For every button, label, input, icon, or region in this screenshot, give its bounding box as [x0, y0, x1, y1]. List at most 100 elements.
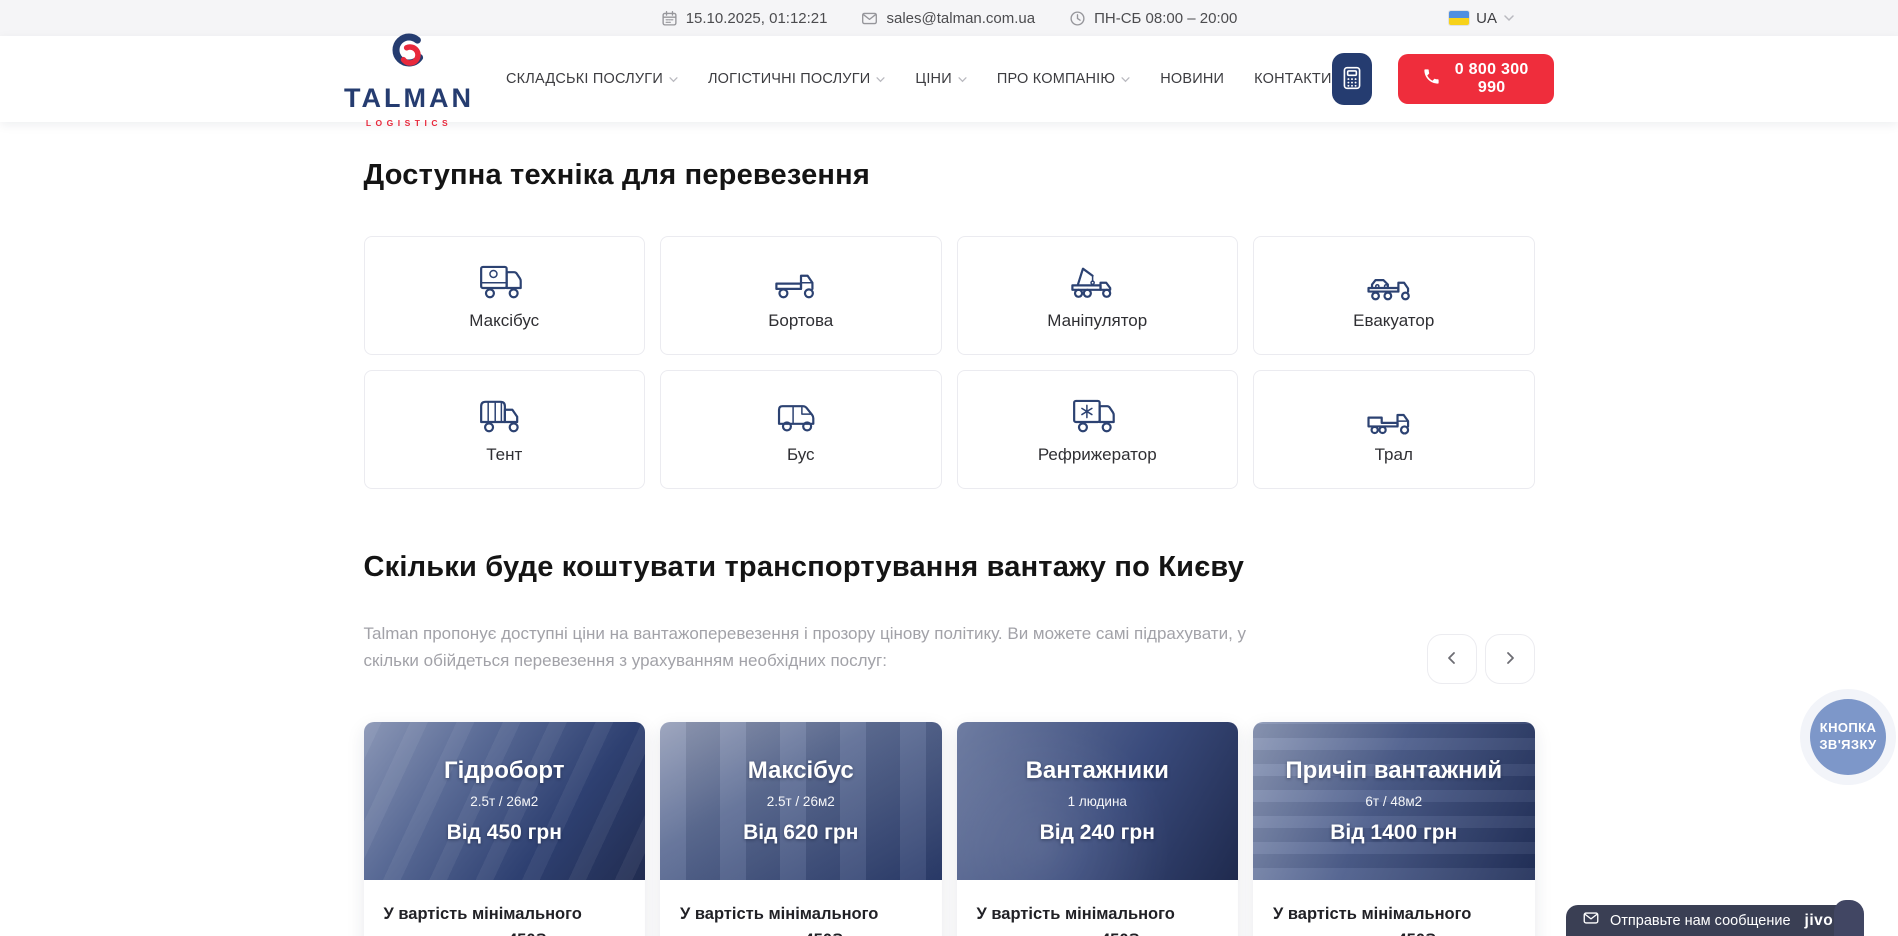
talman-logo[interactable]: TALMAN LOGISTICS	[344, 30, 474, 128]
price-card-price: Від 620 грн	[743, 821, 858, 845]
price-card-title: Максібус	[748, 757, 854, 785]
clock-icon	[1069, 10, 1086, 27]
hours-text: ПН-СБ 08:00 – 20:00	[1094, 10, 1237, 27]
vehicle-card-maxibus[interactable]: Максібус	[364, 236, 646, 355]
ukraine-flag-icon	[1449, 11, 1469, 25]
pricing-carousel-controls	[1427, 634, 1535, 684]
top-info-bar: 15.10.2025, 01:12:21 sales@talman.com.ua…	[0, 0, 1898, 36]
price-card-note: У вартість мінімального замовлення за 45…	[384, 901, 606, 936]
price-card-price: Від 450 грн	[447, 821, 562, 845]
price-card-note: У вартість мінімального замовлення за 45…	[680, 901, 902, 936]
nav-item-label: ПРО КОМПАНІЮ	[997, 71, 1115, 87]
nav-item-about-company[interactable]: ПРО КОМПАНІЮ	[997, 71, 1130, 87]
vehicle-card-reefer[interactable]: Рефрижератор	[957, 370, 1239, 489]
vehicle-label: Бортова	[768, 311, 833, 331]
vehicle-card-tow[interactable]: Евакуатор	[1253, 236, 1535, 355]
vehicle-card-crane[interactable]: Маніпулятор	[957, 236, 1239, 355]
price-card-photo: Максібус 2.5т / 26м2 Від 620 грн	[660, 722, 942, 880]
chevron-down-icon	[876, 71, 885, 87]
tent-truck-icon	[475, 394, 533, 436]
vehicle-label: Тент	[486, 445, 522, 465]
pricing-section-title: Скільки буде коштувати транспортування в…	[364, 551, 1535, 584]
price-card-cargo-trailer[interactable]: Причіп вантажний 6т / 48м2 Від 1400 грн …	[1253, 722, 1535, 936]
chevron-right-icon	[1502, 650, 1518, 669]
vehicles-grid: Максібус Бортова Маніпулятор Евакуатор Т…	[364, 236, 1535, 489]
vehicle-card-low-loader[interactable]: Трал	[1253, 370, 1535, 489]
price-card-loaders[interactable]: Вантажники 1 людина Від 240 грн У вартіс…	[957, 722, 1239, 936]
vehicle-label: Трал	[1375, 445, 1413, 465]
flatbed-truck-icon	[772, 260, 830, 302]
phone-button[interactable]: 0 800 300 990	[1398, 54, 1554, 104]
email-info[interactable]: sales@talman.com.ua	[861, 10, 1035, 27]
jivo-chat-bar[interactable]: Отправьте нам сообщение jivo	[1566, 905, 1858, 936]
calendar-icon	[661, 10, 678, 27]
nav-item-warehouse-services[interactable]: СКЛАДСЬКІ ПОСЛУГИ	[506, 71, 678, 87]
price-card-price: Від 1400 грн	[1330, 821, 1457, 845]
logo-title: TALMAN	[344, 85, 474, 112]
price-card-note: У вартість мінімального замовлення за 45…	[1273, 901, 1495, 936]
price-card-spec: 1 людина	[1068, 794, 1127, 809]
tow-truck-icon	[1365, 260, 1423, 302]
nav-menu: СКЛАДСЬКІ ПОСЛУГИ ЛОГІСТИЧНІ ПОСЛУГИ ЦІН…	[506, 71, 1332, 87]
pricing-cards: Гідроборт 2.5т / 26м2 Від 450 грн У варт…	[364, 722, 1535, 936]
chat-envelope-icon	[1582, 909, 1600, 932]
email-text: sales@talman.com.ua	[886, 10, 1035, 27]
chevron-down-icon	[958, 71, 967, 87]
carousel-prev-button[interactable]	[1427, 634, 1477, 684]
datetime-text: 15.10.2025, 01:12:21	[686, 10, 828, 27]
language-selector[interactable]: UA	[1449, 0, 1514, 36]
price-card-title: Причіп вантажний	[1285, 757, 1502, 785]
phone-icon	[1422, 67, 1441, 91]
nav-item-label: ЦІНИ	[915, 71, 951, 87]
vehicle-label: Бус	[787, 445, 815, 465]
price-card-photo: Причіп вантажний 6т / 48м2 Від 1400 грн	[1253, 722, 1535, 880]
price-card-spec: 6т / 48м2	[1365, 794, 1422, 809]
price-card-note: У вартість мінімального замовлення за 45…	[977, 901, 1199, 936]
price-card-maxibus[interactable]: Максібус 2.5т / 26м2 Від 620 грн У варті…	[660, 722, 942, 936]
box-truck-icon	[475, 260, 533, 302]
chevron-left-icon	[1444, 650, 1460, 669]
callback-widget: КНОПКА ЗВ'ЯЗКУ	[1800, 689, 1896, 785]
logo-subtitle: LOGISTICS	[366, 118, 452, 128]
jivo-brand-label: jivo	[1805, 912, 1834, 930]
nav-item-prices[interactable]: ЦІНИ	[915, 71, 966, 87]
price-card-photo: Гідроборт 2.5т / 26м2 Від 450 грн	[364, 722, 646, 880]
price-card-hydroboard[interactable]: Гідроборт 2.5т / 26м2 Від 450 грн У варт…	[364, 722, 646, 936]
carousel-next-button[interactable]	[1485, 634, 1535, 684]
nav-item-label: СКЛАДСЬКІ ПОСЛУГИ	[506, 71, 663, 87]
vehicle-label: Маніпулятор	[1047, 311, 1147, 331]
calculator-button[interactable]	[1332, 53, 1373, 105]
chevron-down-icon	[669, 71, 678, 87]
price-card-spec: 2.5т / 26м2	[767, 794, 835, 809]
price-card-photo: Вантажники 1 людина Від 240 грн	[957, 722, 1239, 880]
vehicle-label: Евакуатор	[1353, 311, 1434, 331]
phone-number: 0 800 300 990	[1453, 61, 1530, 97]
talman-emblem-icon	[387, 30, 431, 81]
chevron-down-icon	[1121, 71, 1130, 87]
crane-truck-icon	[1068, 260, 1126, 302]
callback-label-line1: КНОПКА	[1820, 720, 1877, 737]
vehicles-section-title: Доступна техніка для перевезення	[364, 159, 1535, 192]
van-icon	[772, 394, 830, 436]
vehicle-label: Рефрижератор	[1038, 445, 1157, 465]
vehicle-card-van[interactable]: Бус	[660, 370, 942, 489]
vehicle-card-flatbed[interactable]: Бортова	[660, 236, 942, 355]
price-card-price: Від 240 грн	[1040, 821, 1155, 845]
vehicle-label: Максібус	[469, 311, 539, 331]
vehicle-card-tent[interactable]: Тент	[364, 370, 646, 489]
reefer-truck-icon	[1068, 394, 1126, 436]
main-navigation: TALMAN LOGISTICS СКЛАДСЬКІ ПОСЛУГИ ЛОГІС…	[0, 36, 1898, 122]
pricing-description: Talman пропонує доступні ціни на вантажо…	[364, 620, 1294, 674]
nav-item-logistics-services[interactable]: ЛОГІСТИЧНІ ПОСЛУГИ	[708, 71, 885, 87]
nav-item-contacts[interactable]: КОНТАКТИ	[1254, 71, 1331, 87]
envelope-icon	[861, 10, 878, 27]
datetime-info: 15.10.2025, 01:12:21	[661, 10, 828, 27]
price-card-title: Гідроборт	[444, 757, 564, 785]
callback-button[interactable]: КНОПКА ЗВ'ЯЗКУ	[1810, 699, 1886, 775]
hours-info: ПН-СБ 08:00 – 20:00	[1069, 10, 1237, 27]
chevron-down-icon	[1504, 15, 1514, 22]
language-code: UA	[1476, 10, 1497, 27]
low-loader-icon	[1365, 394, 1423, 436]
nav-item-news[interactable]: НОВИНИ	[1160, 71, 1224, 87]
price-card-title: Вантажники	[1026, 757, 1169, 785]
